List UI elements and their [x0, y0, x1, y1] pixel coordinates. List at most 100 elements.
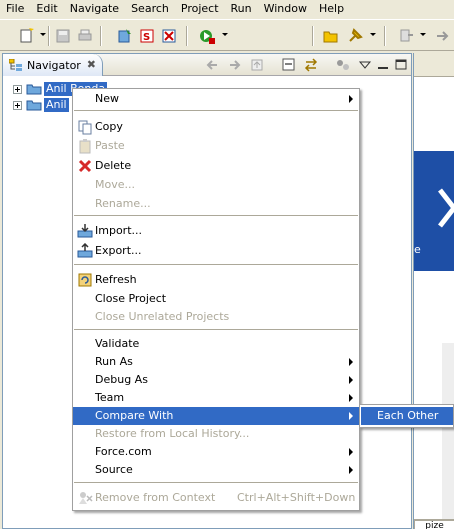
build-icon[interactable] [116, 27, 134, 45]
menu-item-label: Rename... [95, 197, 151, 210]
new-icon[interactable] [18, 27, 36, 45]
toolbar-separator [186, 26, 188, 46]
nav-back-icon[interactable] [398, 27, 416, 45]
menu-item-label: Import... [95, 224, 142, 237]
menu-search[interactable]: Search [125, 0, 175, 18]
nav-forward-icon[interactable] [434, 27, 452, 45]
svg-text:S: S [143, 32, 150, 43]
menu-separator [74, 329, 358, 330]
navigator-icon [9, 59, 22, 71]
open-folder-icon[interactable] [322, 27, 340, 45]
menu-item-label: Team [95, 391, 125, 404]
menu-item-validate[interactable]: Validate [73, 335, 359, 353]
menu-help[interactable]: Help [313, 0, 350, 18]
menu-bar: File Edit Navigate Search Project Run Wi… [0, 0, 454, 18]
submenu-arrow-icon [349, 95, 353, 103]
menu-edit[interactable]: Edit [30, 0, 63, 18]
menu-item-refresh[interactable]: Refresh [73, 271, 359, 289]
menu-item-source[interactable]: Source [73, 461, 359, 479]
forward-arrow-icon[interactable] [227, 58, 243, 72]
menu-item-label: Remove from Context [95, 491, 216, 504]
menu-navigate[interactable]: Navigate [64, 0, 125, 18]
navigator-tab-bar: Navigator ✖ [3, 54, 411, 76]
collapse-all-icon[interactable] [281, 58, 297, 72]
toolbar-separator [312, 26, 314, 46]
context-menu: New Copy Paste Delete Move... Rename... [72, 88, 360, 511]
menu-separator [74, 264, 358, 265]
menu-item-close-unrelated-projects[interactable]: Close Unrelated Projects [73, 308, 359, 326]
refresh-icon [78, 273, 92, 287]
menu-item-label: Export... [95, 244, 142, 257]
compare-with-submenu: Each Other [359, 404, 454, 428]
menu-project[interactable]: Project [175, 0, 225, 18]
editor-partial-text: e [414, 243, 421, 256]
remove-context-icon [79, 492, 93, 504]
submenu-item-each-other[interactable]: Each Other [361, 407, 453, 425]
back-arrow-icon[interactable] [205, 58, 221, 72]
menu-item-label: Close Unrelated Projects [95, 310, 230, 323]
minimize-icon[interactable] [375, 58, 391, 72]
copy-icon [78, 120, 92, 135]
menu-item-delete[interactable]: Delete [73, 157, 359, 175]
chevron-right-icon [438, 188, 454, 228]
run-dropdown-icon[interactable] [222, 33, 228, 36]
bottom-tab[interactable]: pize [414, 520, 454, 529]
export-icon [77, 243, 93, 258]
expand-icon[interactable] [13, 84, 22, 94]
menu-item-label: Refresh [95, 273, 137, 286]
submenu-arrow-icon [349, 412, 353, 420]
menu-item-force-com[interactable]: Force.com [73, 443, 359, 461]
new-dropdown-icon[interactable] [40, 33, 46, 36]
menu-item-label: Paste [95, 139, 125, 152]
pin-icon[interactable] [346, 27, 364, 45]
view-menu-icon[interactable] [357, 58, 373, 72]
save-icon[interactable] [54, 27, 72, 45]
editor-panel [442, 343, 454, 523]
link-with-editor-icon[interactable] [303, 58, 319, 72]
menu-item-label: Source [95, 463, 133, 476]
pin-dropdown-icon[interactable] [370, 33, 376, 36]
tab-navigator[interactable]: Navigator ✖ [3, 54, 103, 76]
menu-item-label: New [95, 92, 119, 105]
menu-item-compare-with[interactable]: Compare With [73, 407, 359, 425]
toolbar-separator [100, 26, 102, 46]
menu-item-export[interactable]: Export... [73, 242, 359, 260]
nav-back-dropdown-icon[interactable] [420, 33, 426, 36]
menu-item-label: Copy [95, 120, 123, 133]
s-icon[interactable]: S [138, 27, 156, 45]
menu-item-close-project[interactable]: Close Project [73, 290, 359, 308]
menu-run[interactable]: Run [225, 0, 258, 18]
close-icon[interactable]: ✖ [87, 58, 96, 71]
submenu-arrow-icon [349, 376, 353, 384]
menu-item-new[interactable]: New [73, 90, 359, 108]
menu-item-paste[interactable]: Paste [73, 137, 359, 155]
menu-item-debug-as[interactable]: Debug As [73, 371, 359, 389]
menu-item-import[interactable]: Import... [73, 222, 359, 240]
menu-window[interactable]: Window [258, 0, 313, 18]
editor-area: e pize [413, 53, 454, 529]
menu-item-label: Compare With [95, 409, 174, 422]
menu-item-label: Debug As [95, 373, 148, 386]
menu-item-copy[interactable]: Copy [73, 118, 359, 136]
menu-item-move[interactable]: Move... [73, 176, 359, 194]
print-icon[interactable] [76, 27, 94, 45]
run-icon[interactable] [198, 27, 216, 45]
tree-item-project[interactable]: Anil [13, 97, 69, 113]
up-icon[interactable] [249, 58, 265, 72]
x-icon[interactable] [160, 27, 178, 45]
import-icon [77, 224, 93, 238]
tree-item-label: Anil [44, 98, 69, 112]
expand-icon[interactable] [13, 100, 22, 110]
toolbar-separator [384, 26, 386, 46]
menu-item-restore-from-local-history[interactable]: Restore from Local History... [73, 425, 359, 443]
menu-item-team[interactable]: Team [73, 389, 359, 407]
menu-file[interactable]: File [0, 0, 30, 18]
menu-item-rename[interactable]: Rename... [73, 195, 359, 213]
paste-icon [79, 139, 91, 154]
menu-item-run-as[interactable]: Run As [73, 353, 359, 371]
editor-header [414, 53, 454, 77]
filter-icon[interactable] [335, 58, 351, 72]
menu-item-remove-from-context[interactable]: Remove from Context Ctrl+Alt+Shift+Down [73, 489, 359, 507]
maximize-icon[interactable] [393, 58, 409, 72]
project-folder-icon [26, 84, 42, 95]
